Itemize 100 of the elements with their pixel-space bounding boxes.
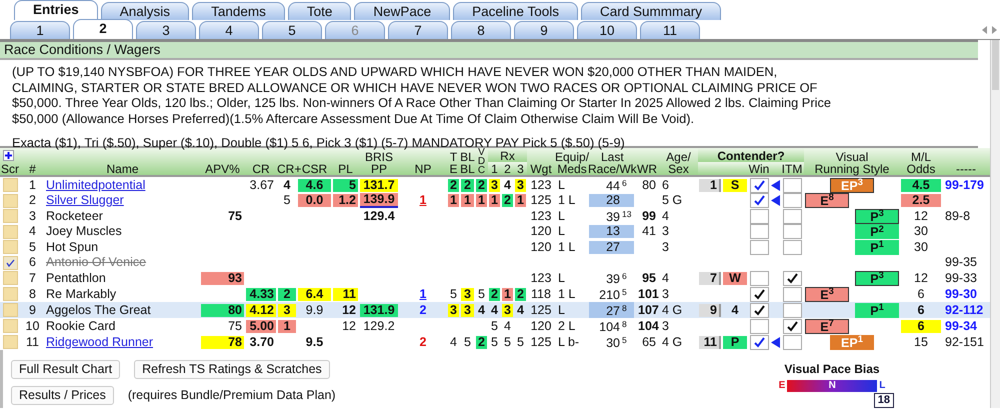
checkbox[interactable] xyxy=(750,302,768,318)
table-cell-text: 4 xyxy=(477,304,486,317)
table-cell-text: 12 xyxy=(341,304,357,317)
table-cell: 2 xyxy=(476,336,487,349)
table-cell-text: 4 xyxy=(282,178,292,192)
column-header: Age/ Sex xyxy=(666,151,691,175)
checkbox[interactable] xyxy=(750,318,768,334)
scratch-checkbox[interactable] xyxy=(2,256,18,270)
scroll-right-icon[interactable] xyxy=(990,26,997,34)
table-cell-text: 41 xyxy=(641,225,657,238)
checkbox[interactable] xyxy=(782,334,802,350)
button[interactable]: Refresh TS Ratings & Scratches xyxy=(134,360,330,380)
column-header: PL xyxy=(338,163,353,175)
horse-number: 6 xyxy=(28,256,37,270)
scratch-checkbox[interactable] xyxy=(2,194,18,208)
section-header: Race Conditions / Wagers xyxy=(0,40,978,60)
tab[interactable]: Tote xyxy=(288,2,352,20)
tab[interactable]: Card Summmary xyxy=(580,2,721,20)
scratch-checkbox[interactable] xyxy=(2,335,18,350)
scratch-checkbox[interactable] xyxy=(2,303,18,318)
tab[interactable]: Entries xyxy=(14,0,98,20)
race-tab[interactable]: 5 xyxy=(262,21,322,39)
column-header: 1 xyxy=(491,163,498,175)
checkbox[interactable] xyxy=(782,224,802,240)
column-header: BRIS PP xyxy=(364,151,393,175)
table-cell-text: 125 xyxy=(530,194,552,208)
table-cell-text: 5 xyxy=(516,336,525,349)
tab[interactable]: NewPace xyxy=(354,2,450,20)
add-icon[interactable] xyxy=(3,150,14,161)
column-header: CR xyxy=(252,163,270,175)
tab[interactable]: Tandems xyxy=(192,2,285,20)
race-tab[interactable]: 4 xyxy=(199,21,259,39)
checkbox[interactable] xyxy=(782,178,802,192)
race-tab[interactable]: 11 xyxy=(640,21,700,39)
table-cell-text: 5 xyxy=(477,288,486,301)
race-tab[interactable]: 10 xyxy=(577,21,637,39)
checkbox[interactable] xyxy=(782,240,802,255)
table-cell-text: 99-33 xyxy=(944,272,978,285)
checkbox[interactable] xyxy=(782,193,802,208)
pace-bias-bar: N xyxy=(787,380,878,392)
race-tab[interactable]: 9 xyxy=(514,21,574,39)
table-cell: 3 xyxy=(502,304,513,317)
checkbox[interactable] xyxy=(750,334,768,350)
table-cell: 2 xyxy=(448,178,459,192)
tab[interactable]: Analysis xyxy=(100,2,190,20)
checkbox[interactable] xyxy=(750,270,768,286)
post-number: 11 xyxy=(699,336,721,349)
scratch-checkbox[interactable] xyxy=(2,319,18,334)
table-cell-text: 4 G xyxy=(661,304,684,317)
scratch-checkbox[interactable] xyxy=(2,209,18,224)
table-cell: 131.7 xyxy=(360,178,398,192)
checkbox[interactable] xyxy=(750,208,768,224)
horse-name[interactable]: Silver Slugger xyxy=(46,193,124,208)
race-tab[interactable]: 7 xyxy=(388,21,448,39)
table-cell: 80 xyxy=(201,304,244,317)
horse-name[interactable]: Unlimitedpotential xyxy=(46,178,146,192)
table-cell-text: 15 xyxy=(913,336,929,349)
scroll-left-icon[interactable] xyxy=(982,26,988,34)
column-group-header: Rx xyxy=(500,150,515,162)
checkbox[interactable] xyxy=(750,224,768,240)
table-cell: 2 xyxy=(461,178,474,192)
checkbox[interactable] xyxy=(782,318,802,334)
checkbox[interactable] xyxy=(750,193,768,208)
table-cell: 27 xyxy=(589,240,634,254)
button[interactable]: Full Result Chart xyxy=(11,360,120,380)
race-tab[interactable]: 3 xyxy=(136,21,196,39)
column-header: NP xyxy=(414,163,432,175)
checkbox[interactable] xyxy=(782,302,802,318)
scratch-checkbox[interactable] xyxy=(2,287,18,302)
race-tab[interactable]: 8 xyxy=(451,21,511,39)
table-cell[interactable]: 1 xyxy=(400,194,446,208)
button[interactable]: Results / Prices xyxy=(11,386,114,406)
table-cell-text: L xyxy=(557,210,566,223)
scratch-checkbox[interactable] xyxy=(2,178,18,192)
checkbox[interactable] xyxy=(782,270,802,286)
table-cell[interactable]: 1 xyxy=(400,288,446,301)
table-cell-text: 1 L xyxy=(557,194,576,208)
scratch-checkbox[interactable] xyxy=(2,224,18,239)
table-cell-text: 99-179 xyxy=(944,178,985,192)
race-tab[interactable]: 1 xyxy=(10,21,70,39)
column-header: BL BL xyxy=(460,151,475,175)
table-cell: 1 xyxy=(461,194,474,208)
race-tab[interactable]: 2 xyxy=(73,19,133,39)
checkbox[interactable] xyxy=(750,286,768,302)
table-cell-text: 30 xyxy=(913,240,929,254)
checkbox[interactable] xyxy=(750,240,768,255)
scratch-checkbox[interactable] xyxy=(2,271,18,286)
legend-title: Visual Pace Bias xyxy=(784,361,880,378)
scrollbar[interactable] xyxy=(990,40,1000,408)
column-header: Wgt xyxy=(530,163,552,175)
scratch-checkbox[interactable] xyxy=(2,240,18,254)
tab[interactable]: Paceline Tools xyxy=(453,2,578,20)
horse-name[interactable]: Ridgewood Runner xyxy=(46,334,154,349)
table-cell-text: 120 xyxy=(530,225,552,238)
checkbox[interactable] xyxy=(782,208,802,224)
table-cell: 2 xyxy=(476,178,487,192)
table-cell-text: L b- xyxy=(557,336,580,349)
checkbox[interactable] xyxy=(782,286,802,302)
checkbox[interactable] xyxy=(750,178,768,192)
table-cell: 6.4 xyxy=(298,288,331,301)
